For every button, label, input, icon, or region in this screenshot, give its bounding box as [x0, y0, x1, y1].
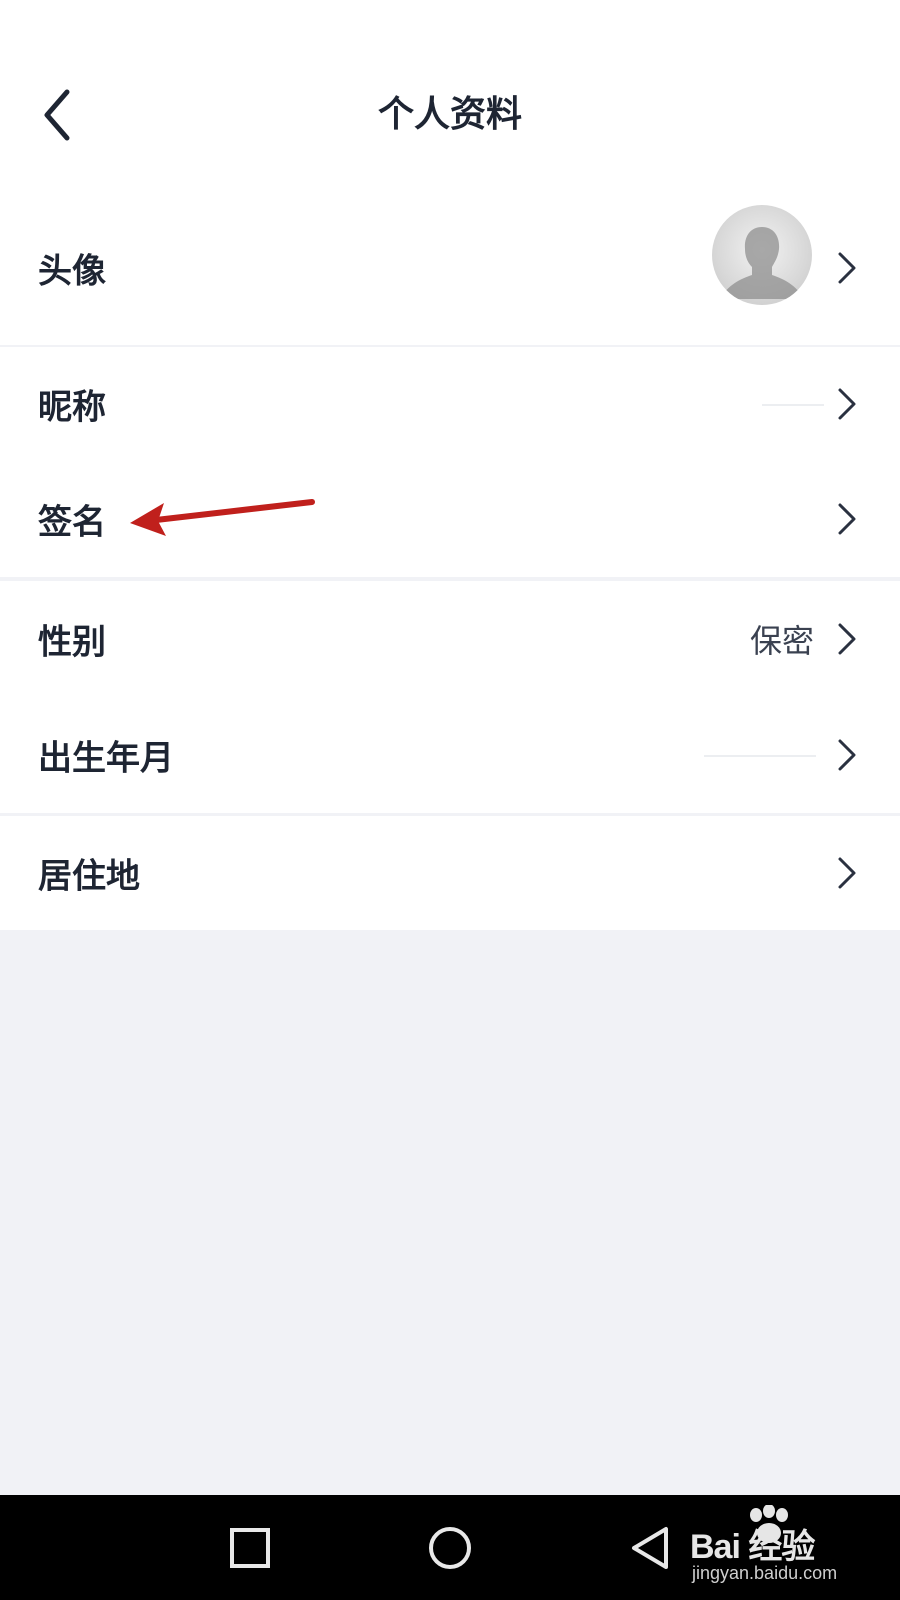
red-arrow-icon: [130, 499, 315, 536]
row-avatar[interactable]: 头像: [0, 190, 900, 345]
basic-info-group: 性别 保密 出生年月: [0, 581, 900, 813]
watermark-logo: Bai 经验: [690, 1528, 815, 1566]
chevron-right-icon: [838, 857, 856, 889]
avatar-group: 头像: [0, 190, 900, 345]
baidu-watermark: Bai 经验 jingyan.baidu.com: [690, 1505, 890, 1595]
row-gender[interactable]: 性别 保密: [0, 581, 900, 697]
divider: [762, 404, 824, 406]
home-button[interactable]: [410, 1515, 490, 1581]
row-label-birthday: 出生年月: [38, 738, 174, 779]
chevron-right-icon: [838, 739, 856, 771]
row-residence[interactable]: 居住地: [0, 816, 900, 930]
back-nav-button[interactable]: [610, 1515, 690, 1581]
chevron-right-icon: [838, 503, 856, 535]
row-label-signature: 签名: [38, 502, 106, 543]
divider: [704, 755, 816, 757]
row-label-residence: 居住地: [38, 856, 140, 897]
avatar: [712, 205, 812, 305]
page-title: 个人资料: [377, 94, 522, 135]
row-value-gender: 保密: [749, 622, 814, 660]
header-bar: 个人资料: [0, 0, 900, 190]
name-group: 昵称 签名: [0, 347, 900, 577]
chevron-right-icon: [838, 623, 856, 655]
recent-apps-button[interactable]: [210, 1515, 290, 1581]
row-nickname[interactable]: 昵称: [0, 347, 900, 461]
row-birthday[interactable]: 出生年月: [0, 697, 900, 813]
square-icon: [230, 1528, 270, 1568]
chevron-right-icon: [838, 388, 856, 420]
circle-icon: [429, 1527, 471, 1569]
watermark-url: jingyan.baidu.com: [692, 1563, 838, 1583]
row-label-gender: 性别: [38, 622, 106, 663]
row-label-nickname: 昵称: [38, 387, 106, 428]
chevron-right-icon: [838, 252, 856, 283]
location-group: 居住地: [0, 816, 900, 930]
row-label-avatar: 头像: [38, 251, 106, 291]
triangle-back-icon: [632, 1527, 668, 1569]
system-nav-bar: Bai 经验 jingyan.baidu.com: [0, 1495, 900, 1600]
